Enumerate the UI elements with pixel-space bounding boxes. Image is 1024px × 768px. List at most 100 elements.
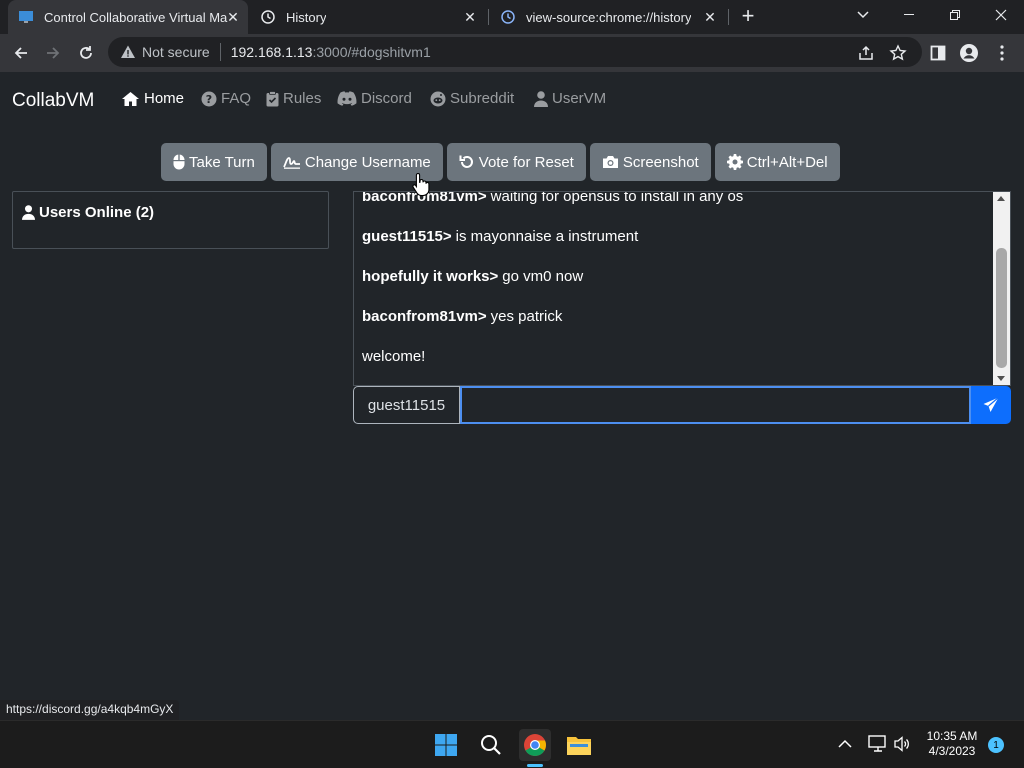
- arrow-left-icon: [14, 47, 27, 59]
- nav-discord[interactable]: Discord: [337, 90, 412, 107]
- browser-toolbar: Not secure 192.168.1.13:3000/#dogshitvm1: [0, 34, 1024, 72]
- tab-search-button[interactable]: [840, 0, 886, 30]
- scroll-thumb[interactable]: [996, 248, 1007, 368]
- chat-scrollbar[interactable]: [993, 192, 1010, 385]
- gear-icon: [726, 154, 743, 170]
- chat-username: guest11515>: [362, 227, 452, 245]
- scroll-up-arrow-icon[interactable]: [997, 196, 1005, 201]
- question-circle-icon: ?: [201, 91, 217, 106]
- collabvm-page: CollabVM Home ? FAQ Rules Discord Subred…: [0, 72, 1024, 720]
- network-icon[interactable]: [868, 735, 888, 753]
- chat-text: go vm0 now: [502, 267, 584, 285]
- chevron-down-icon: [857, 11, 869, 19]
- link-status-bubble: https://discord.gg/a4kqb4mGyX: [0, 700, 180, 720]
- tab-title: view-source:chrome://history: [526, 9, 692, 25]
- start-button[interactable]: [430, 729, 462, 761]
- minimize-icon: [904, 14, 914, 15]
- bookmark-star-icon[interactable]: [889, 44, 907, 62]
- restore-button[interactable]: [932, 0, 978, 30]
- tab-view-source[interactable]: view-source:chrome://history ✕: [490, 0, 725, 34]
- notification-badge[interactable]: 1: [988, 737, 1004, 753]
- tab-separator: [488, 9, 489, 25]
- search-button[interactable]: [475, 729, 507, 761]
- vote-for-reset-button[interactable]: Vote for Reset: [446, 143, 586, 181]
- nav-uservm[interactable]: UserVM: [534, 90, 606, 107]
- nav-home[interactable]: Home: [121, 90, 184, 107]
- users-online-label: Users Online (2): [39, 204, 155, 221]
- share-icon[interactable]: [857, 44, 875, 62]
- chat-text: is mayonnaise a instrument: [455, 227, 639, 245]
- kebab-menu-icon: [1000, 45, 1004, 61]
- vm-action-bar: Take Turn Change Username Vote for Reset…: [161, 143, 844, 181]
- close-tab-icon[interactable]: ✕: [461, 8, 479, 26]
- monitor-favicon-icon: [19, 11, 33, 23]
- nav-discord-label: Discord: [361, 90, 412, 107]
- camera-icon: [602, 156, 618, 168]
- send-button[interactable]: [971, 386, 1011, 424]
- chrome-icon: [524, 734, 546, 756]
- take-turn-button[interactable]: Take Turn: [161, 143, 267, 181]
- rotate-left-icon: [459, 155, 473, 168]
- close-tab-icon[interactable]: ✕: [224, 8, 242, 26]
- avatar-icon: [960, 44, 978, 62]
- side-panel-icon: [930, 45, 946, 61]
- paper-plane-icon: [983, 397, 999, 412]
- user-icon: [22, 205, 35, 220]
- ctrl-alt-del-label: Ctrl+Alt+Del: [746, 153, 828, 171]
- url-host: 192.168.1.13: [230, 44, 313, 60]
- reload-button[interactable]: [73, 40, 99, 66]
- minimize-button[interactable]: [886, 0, 932, 30]
- new-tab-button[interactable]: +: [736, 3, 760, 28]
- profile-button[interactable]: [956, 40, 982, 66]
- forward-button[interactable]: [40, 40, 66, 66]
- chat-message-system: welcome!: [362, 336, 992, 376]
- active-app-indicator: [527, 764, 543, 767]
- users-online-panel: Users Online (2): [12, 191, 329, 249]
- back-button[interactable]: [8, 40, 34, 66]
- navbar: CollabVM Home ? FAQ Rules Discord Subred…: [0, 72, 1024, 128]
- security-label[interactable]: Not secure: [142, 44, 210, 60]
- chat-message: baconfrom81vm> yes patrick: [362, 296, 992, 336]
- signature-icon: [283, 157, 300, 169]
- side-panel-button[interactable]: [925, 40, 951, 66]
- take-turn-label: Take Turn: [189, 153, 255, 171]
- warning-icon: [121, 45, 135, 58]
- chat-messages: baconfrom81vm> waiting for opensus to ins…: [362, 192, 992, 376]
- chevron-up-icon[interactable]: [838, 739, 852, 749]
- tab-history[interactable]: History ✕: [250, 0, 485, 34]
- screenshot-button[interactable]: Screenshot: [589, 143, 711, 181]
- windows-taskbar: 10:35 AM 4/3/2023 1: [0, 720, 1024, 768]
- tab-title: History: [286, 9, 327, 25]
- tab-title: Control Collaborative Virtual Ma: [44, 9, 228, 25]
- chat-username: hopefully it works>: [362, 267, 499, 285]
- address-bar[interactable]: Not secure 192.168.1.13:3000/#dogshitvm1: [108, 37, 922, 67]
- chat-message: guest11515> is mayonnaise a instrument: [362, 216, 992, 256]
- chat-text: welcome!: [362, 347, 426, 365]
- chrome-taskbar-button[interactable]: [519, 729, 551, 761]
- nav-rules[interactable]: Rules: [266, 90, 321, 107]
- close-window-button[interactable]: [978, 0, 1024, 30]
- menu-button[interactable]: [989, 40, 1015, 66]
- scroll-down-arrow-icon[interactable]: [997, 376, 1005, 381]
- nav-faq[interactable]: ? FAQ: [201, 90, 251, 107]
- brand-logo-text[interactable]: CollabVM: [12, 90, 94, 112]
- system-clock[interactable]: 10:35 AM 4/3/2023: [918, 729, 986, 759]
- file-explorer-button[interactable]: [563, 729, 595, 761]
- tab-collabvm[interactable]: Control Collaborative Virtual Ma ✕: [8, 0, 248, 34]
- hand-pointer-cursor-icon: [412, 172, 430, 196]
- windows-logo-icon: [435, 734, 457, 756]
- chat-username: baconfrom81vm>: [362, 307, 487, 325]
- folder-icon: [567, 737, 591, 755]
- tab-separator: [728, 9, 729, 25]
- nav-home-label: Home: [144, 90, 185, 107]
- vote-for-reset-label: Vote for Reset: [478, 153, 574, 171]
- url-path: :3000/#dogshitvm1: [312, 44, 431, 60]
- nav-subreddit[interactable]: Subreddit: [430, 90, 514, 107]
- ctrl-alt-del-button[interactable]: Ctrl+Alt+Del: [714, 143, 840, 181]
- chat-log[interactable]: baconfrom81vm> waiting for opensus to ins…: [353, 191, 1011, 386]
- chat-message-input[interactable]: [460, 386, 971, 424]
- volume-icon[interactable]: [893, 735, 911, 753]
- nav-uservm-label: UserVM: [552, 90, 607, 107]
- close-tab-icon[interactable]: ✕: [701, 8, 719, 26]
- chat-text: yes patrick: [490, 307, 563, 325]
